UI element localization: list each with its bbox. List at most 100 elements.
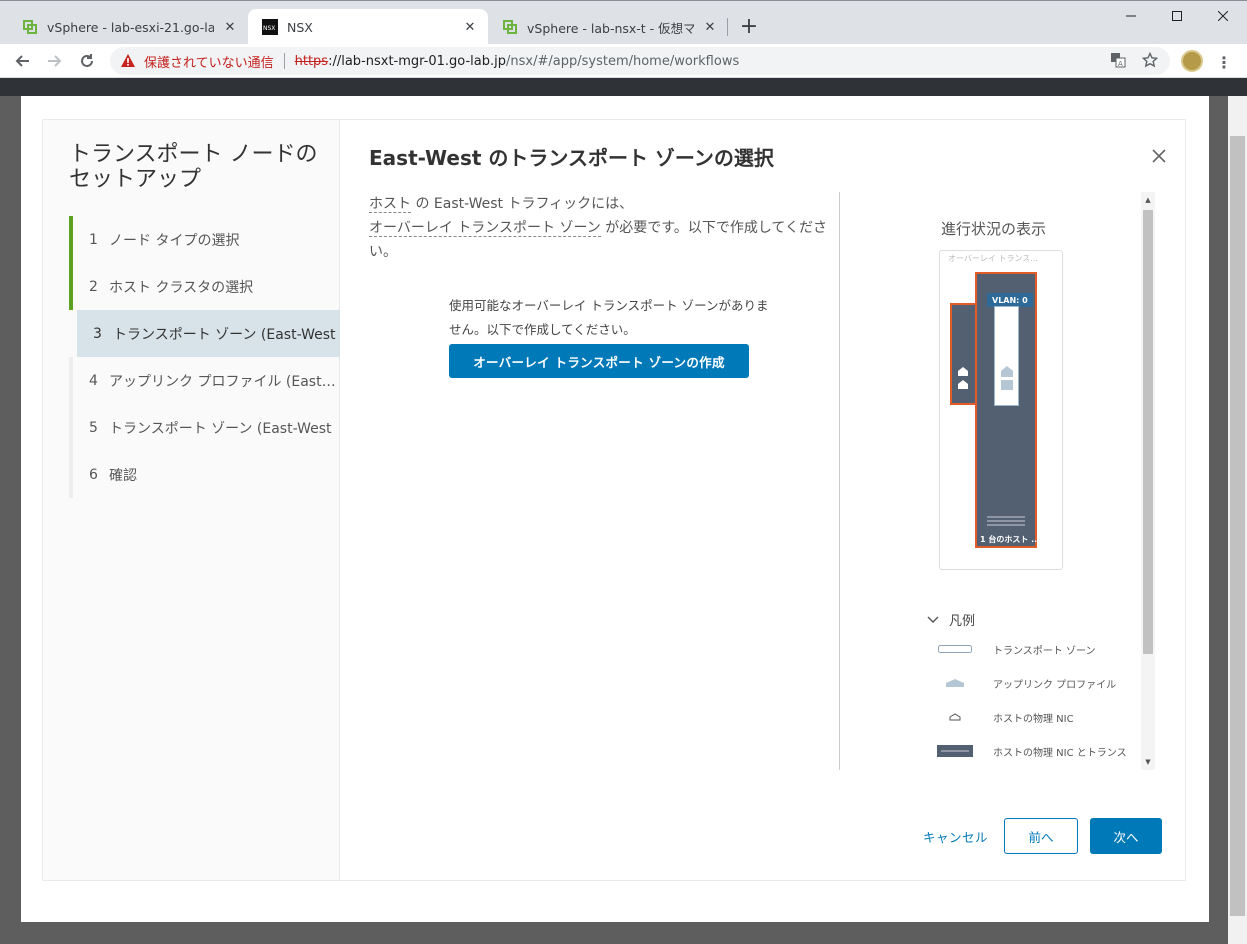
url-scheme: https [294,53,329,69]
preview-scrollbar-thumb[interactable] [1143,210,1153,654]
content-divider [839,192,840,770]
bookmark-star-icon[interactable] [1141,51,1159,72]
empty-state-message: 使用可能なオーバーレイ トランスポート ゾーンがありません。以下で作成してくださ… [449,298,769,337]
legend-label: ホストの物理 NIC とトランス [993,747,1127,759]
step-transport-zone-ew[interactable]: 3 トランスポート ゾーン (East-West [77,310,340,357]
reload-icon[interactable] [74,48,100,74]
vsphere-icon [502,19,518,35]
minimize-icon[interactable] [1108,1,1154,31]
nsx-icon: NSX [262,19,278,35]
step-host-cluster[interactable]: 2 ホスト クラスタの選択 [69,263,340,310]
step-label: トランスポート ゾーン (East-West [109,420,332,437]
profile-avatar[interactable] [1181,50,1203,72]
host-label: 1 台のホスト ... [980,535,1041,544]
url-path: /nsx/#/app/system/home/workflows [506,53,740,69]
preview-title: 進行状況の表示 [941,220,1047,238]
intro-part1: の East-West トラフィックには、 [411,196,634,212]
window-close-icon[interactable] [1200,1,1246,31]
step-label: ホスト クラスタの選択 [109,279,254,296]
translate-icon[interactable]: A [1110,52,1126,72]
legend-list: トランスポート ゾーン アップリンク プロファイル ホストの物理 NIC ホスト… [927,632,1137,768]
step-number: 6 [89,466,98,483]
uplink-profile-icon [1001,366,1013,390]
physical-nic-icon [958,367,968,389]
page-title: East-West のトランスポート ゾーンの選択 [369,146,774,170]
address-bar[interactable]: 保護されていない通信 https://lab-nsxt-mgr-01.go-la… [110,47,1170,75]
legend-item: トランスポート ゾーン [927,632,1137,666]
back-button[interactable]: 前へ [1004,818,1078,854]
topology-diagram: オーバーレイ トランス... VLAN: 0 1 台のホスト ... [939,250,1063,570]
forward-arrow-icon[interactable] [42,48,68,74]
tab-title: vSphere - lab-esxi-21.go-lab.jp - [47,19,214,35]
next-button[interactable]: 次へ [1090,818,1162,854]
legend-label: アップリンク プロファイル [993,679,1117,691]
legend-item: アップリンク プロファイル [927,666,1137,700]
step-uplink-profile[interactable]: 4 アップリンク プロファイル (East-West [69,357,340,404]
svg-text:NSX: NSX [263,25,275,32]
browser-tab-nsx[interactable]: NSX NSX ✕ [248,9,488,45]
security-status[interactable]: 保護されていない通信 [144,52,274,71]
step-confirm[interactable]: 6 確認 [69,451,340,498]
intro-text: ホスト の East-West トラフィックには、オーバーレイ トランスポート … [369,192,834,264]
tab-separator [727,18,728,36]
close-icon[interactable]: ✕ [462,19,478,35]
legend-title: 凡例 [949,614,976,629]
tab-strip: vSphere - lab-esxi-21.go-lab.jp - ✕ NSX … [0,0,1247,45]
step-number: 3 [93,325,102,342]
wizard-sidebar: トランスポート ノードのセットアップ 1 ノード タイプの選択 2 ホスト クラ… [43,120,340,880]
new-tab-icon[interactable]: + [737,15,761,39]
step-label: アップリンク プロファイル (East-West [109,373,340,390]
more-menu-icon[interactable]: ⋮ [1214,52,1234,72]
overlay-term-link[interactable]: オーバーレイ トランスポート ゾーン [369,220,601,237]
create-overlay-tz-button[interactable]: オーバーレイ トランスポート ゾーンの作成 [449,344,749,378]
preview-scrollbar[interactable]: ▲ ▼ [1141,192,1155,770]
wizard-content: East-West のトランスポート ゾーンの選択 ホスト の East-Wes… [341,120,1185,880]
host-term-link[interactable]: ホスト [369,196,411,213]
close-icon[interactable]: ✕ [702,19,718,35]
nic-mapping-icon [927,745,983,757]
legend-item: ホストの物理 NIC [927,700,1137,734]
vsphere-icon [22,19,38,35]
wizard-modal: トランスポート ノードのセットアップ 1 ノード タイプの選択 2 ホスト クラ… [21,96,1209,922]
scroll-down-icon[interactable]: ▼ [1141,756,1155,768]
browser-tab-vsphere-nsx[interactable]: vSphere - lab-nsx-t - 仮想マシン ✕ [488,9,728,45]
page-scrollbar-thumb[interactable] [1230,136,1245,916]
chevron-down-icon [927,613,941,627]
warning-icon [121,54,135,67]
close-icon[interactable]: ✕ [222,19,238,35]
step-label: トランスポート ゾーン (East-West [113,326,336,343]
legend-label: ホストの物理 NIC [993,713,1074,725]
back-arrow-icon[interactable] [9,48,35,74]
app-header-bar [0,78,1247,96]
page-scrollbar[interactable] [1228,96,1247,944]
wizard-footer: キャンセル 前へ 次へ [901,818,1171,854]
step-label: 確認 [109,467,137,484]
browser-tab-vsphere-esxi[interactable]: vSphere - lab-esxi-21.go-lab.jp - ✕ [8,9,248,45]
uplink-box [950,303,978,405]
legend-item: ホストの物理 NIC とトランス [927,734,1137,768]
maximize-icon[interactable] [1154,1,1200,31]
nic-lines-icon [987,516,1025,526]
omnibox-divider [283,53,285,69]
wizard-panel: トランスポート ノードのセットアップ 1 ノード タイプの選択 2 ホスト クラ… [43,120,1185,880]
step-node-type[interactable]: 1 ノード タイプの選択 [69,216,340,263]
tab-title: vSphere - lab-nsx-t - 仮想マシン [527,20,694,36]
step-number: 2 [89,278,98,295]
diagram-tz-label: オーバーレイ トランス... [948,254,1038,263]
step-number: 4 [89,372,98,389]
transport-zone-icon [927,645,983,653]
step-number: 1 [89,231,98,248]
legend-toggle[interactable]: 凡例 [927,610,975,629]
wizard-steps: 1 ノード タイプの選択 2 ホスト クラスタの選択 3 トランスポート ゾーン… [69,216,340,498]
browser-toolbar: 保護されていない通信 https://lab-nsxt-mgr-01.go-la… [0,44,1247,78]
step-transport-zone-ew-2[interactable]: 5 トランスポート ゾーン (East-West [69,404,340,451]
physical-nic-icon [927,713,983,721]
vlan-badge: VLAN: 0 [987,293,1033,307]
scroll-up-icon[interactable]: ▲ [1141,194,1155,206]
legend-viewport: 凡例 トランスポート ゾーン アップリンク プロファイル ホストの物理 NIC … [927,610,1137,770]
cancel-button[interactable]: キャンセル [923,818,988,854]
host-box: VLAN: 0 1 台のホスト ... [975,272,1041,548]
tab-title: NSX [287,19,313,35]
url-host: ://lab-nsxt-mgr-01.go-lab.jp [328,53,507,69]
close-icon[interactable] [1149,146,1169,166]
